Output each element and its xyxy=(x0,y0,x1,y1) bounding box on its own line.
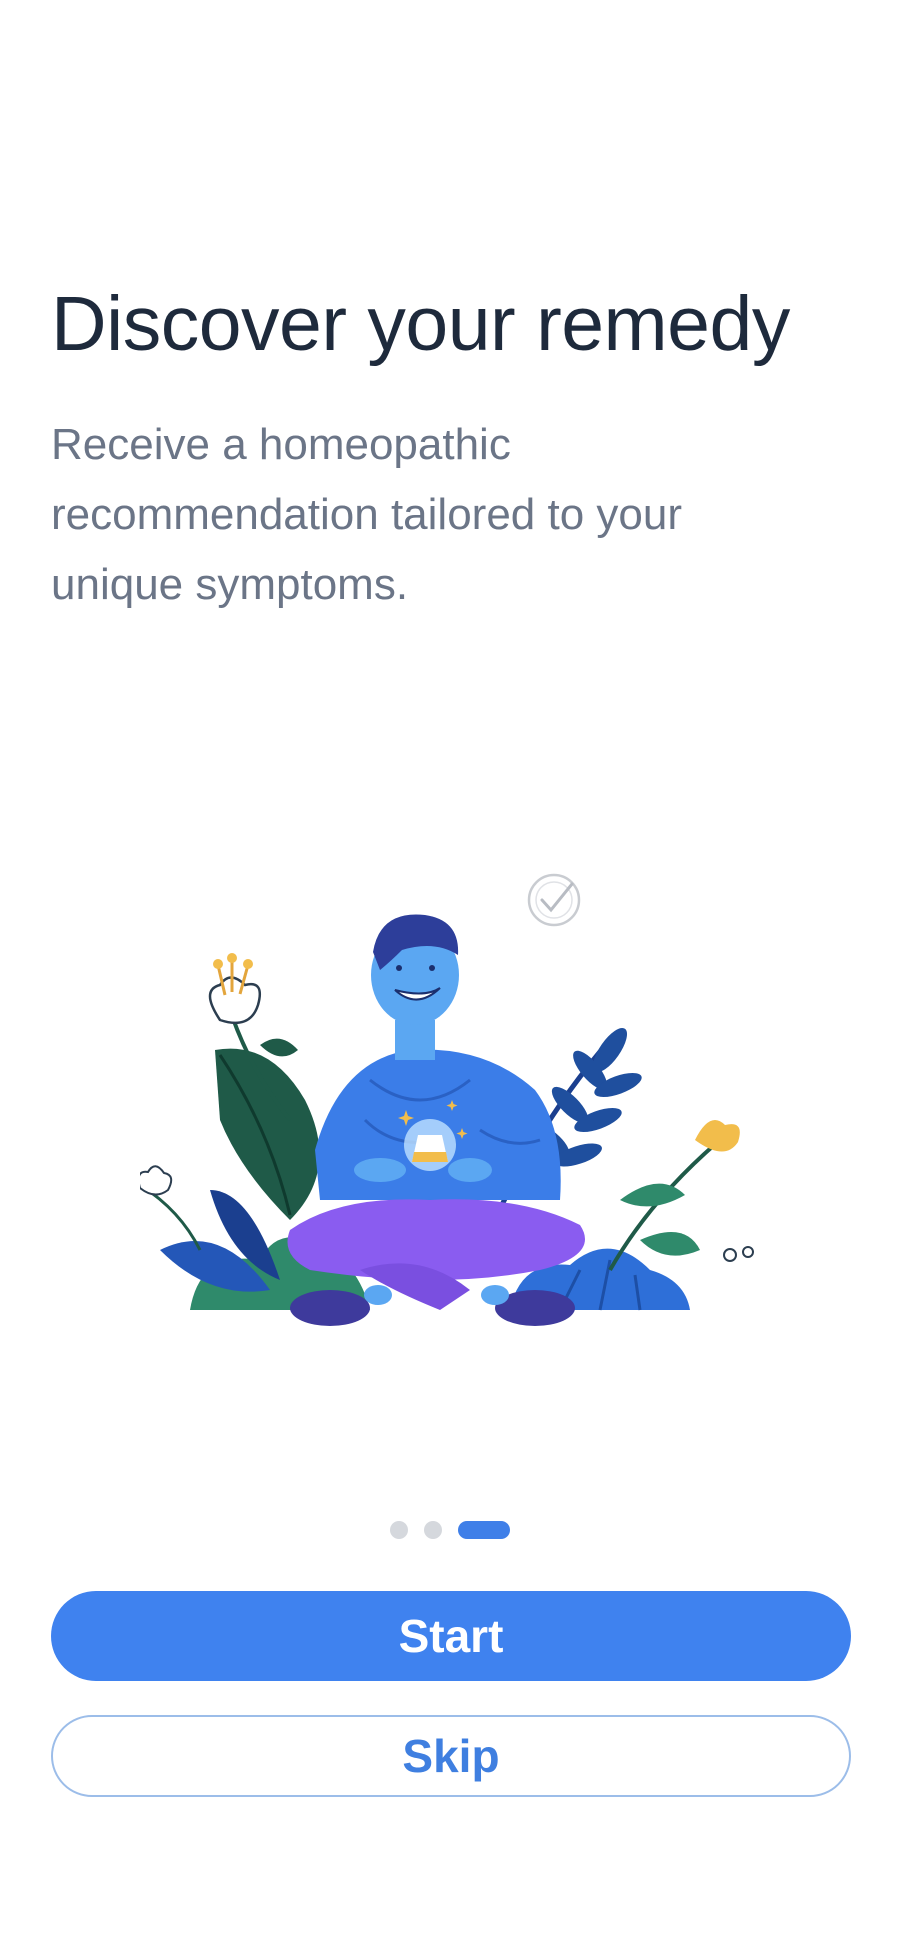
page-dot xyxy=(390,1521,408,1539)
skip-button[interactable]: Skip xyxy=(51,1715,851,1797)
meditating-person-illustration xyxy=(140,873,754,1326)
page-indicator xyxy=(0,1521,900,1539)
page-dot-active xyxy=(458,1521,510,1539)
page-dot xyxy=(424,1521,442,1539)
check-badge-icon xyxy=(527,873,581,927)
page-subtitle: Receive a homeopathic recommendation tai… xyxy=(51,420,682,609)
page-title: Discover your remedy xyxy=(51,281,790,367)
start-button[interactable]: Start xyxy=(51,1591,851,1681)
